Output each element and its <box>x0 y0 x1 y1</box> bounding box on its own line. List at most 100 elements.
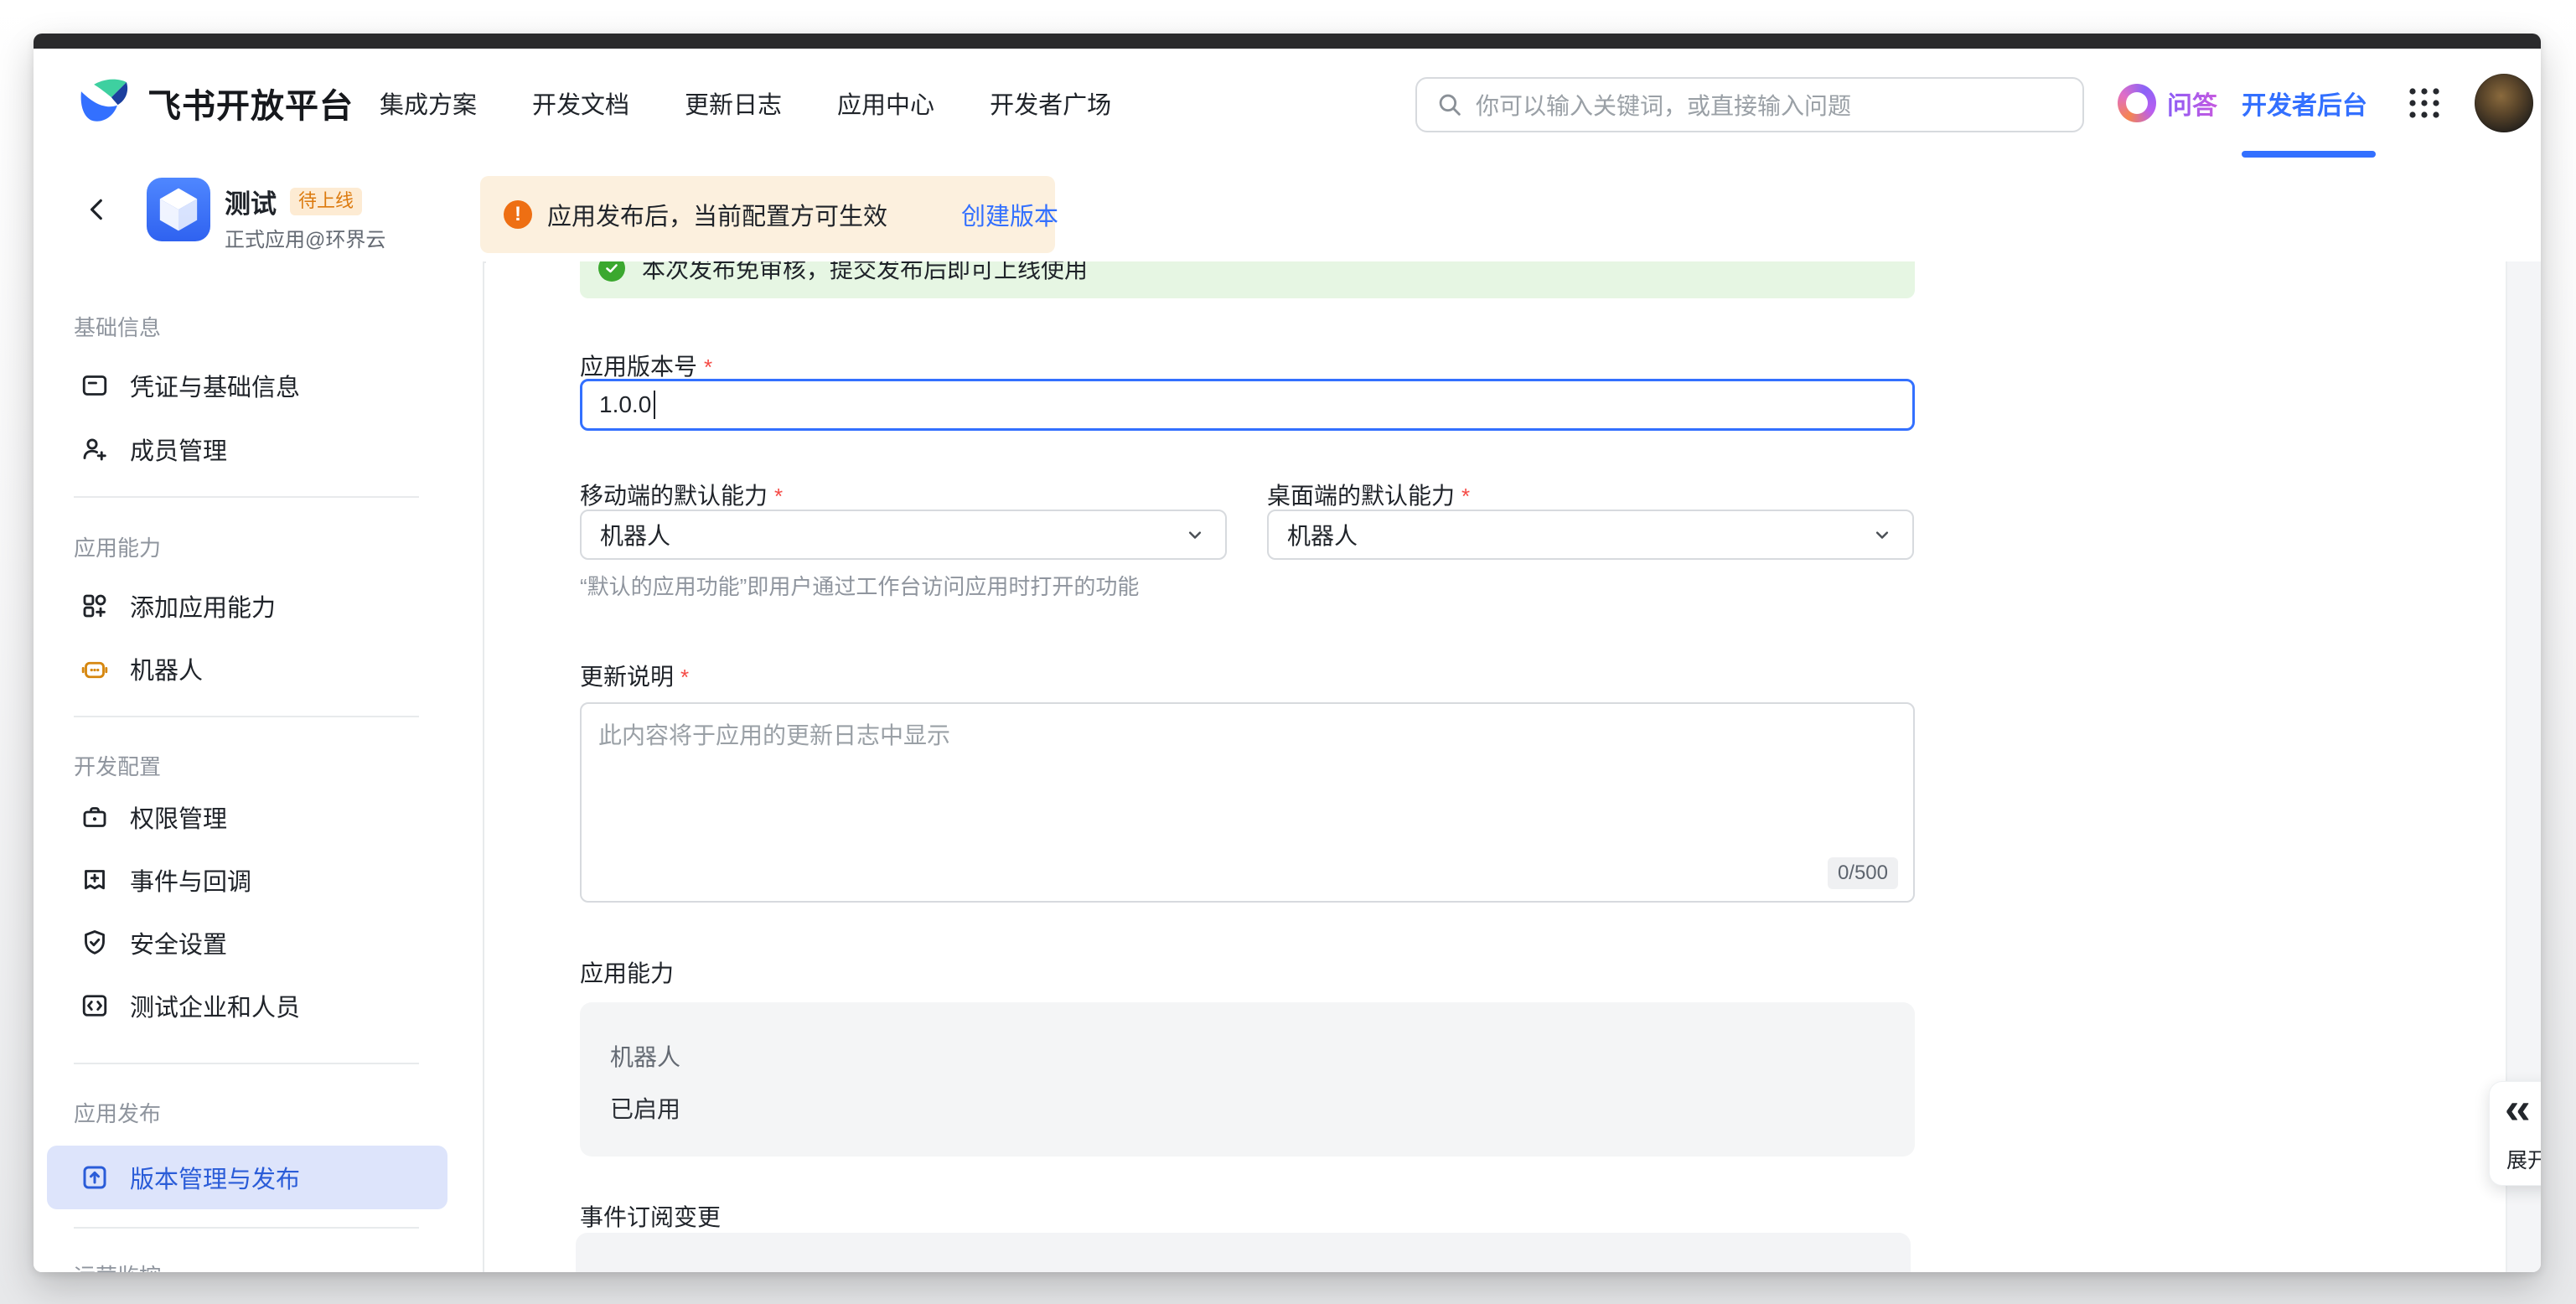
sidebar-item-credentials[interactable]: 凭证与基础信息 <box>80 360 300 411</box>
nav-item-docs[interactable]: 开发文档 <box>532 85 629 121</box>
chevron-down-icon <box>1183 523 1207 546</box>
sidebar-item-version-release-selected[interactable]: 版本管理与发布 <box>47 1146 447 1209</box>
mobile-capability-value: 机器人 <box>600 518 1183 551</box>
version-field-label: 应用版本号 * <box>580 349 712 382</box>
brand-title: 飞书开放平台 <box>147 49 354 158</box>
required-asterisk: * <box>680 665 689 690</box>
search-placeholder: 你可以输入关键词，或直接输入问题 <box>1476 88 1851 122</box>
sidebar-section-release: 应用发布 <box>74 1097 161 1128</box>
text-cursor <box>654 391 655 419</box>
sidebar-item-members[interactable]: 成员管理 <box>80 424 227 474</box>
capability-section-title: 应用能力 <box>580 955 674 989</box>
sidebar-item-label: 机器人 <box>130 651 203 686</box>
sidebar-item-label: 安全设置 <box>130 925 227 960</box>
sidebar: 基础信息 凭证与基础信息 成员管理 应用能力 <box>34 261 484 1272</box>
sidebar-item-security[interactable]: 安全设置 <box>80 918 227 968</box>
double-chevron-left-icon: ‹‹ <box>2505 1084 2527 1134</box>
sidebar-item-events[interactable]: 事件与回调 <box>80 855 251 905</box>
active-tab-underline <box>2242 151 2376 158</box>
version-input[interactable]: 1.0.0 <box>580 379 1915 431</box>
version-input-value: 1.0.0 <box>599 391 651 418</box>
window-top-bar <box>34 34 2541 49</box>
desktop-capability-label-text: 桌面端的默认能力 <box>1267 483 1455 509</box>
sidebar-divider <box>74 1063 419 1064</box>
briefcase-icon <box>80 802 110 832</box>
sidebar-item-label: 测试企业和人员 <box>130 988 300 1023</box>
qa-link[interactable]: 问答 <box>2167 49 2217 158</box>
user-avatar[interactable] <box>2475 74 2533 132</box>
developer-console-link[interactable]: 开发者后台 <box>2242 49 2367 158</box>
shield-check-icon <box>80 928 110 958</box>
app-title-row: 测试 待上线 <box>225 183 362 220</box>
robot-icon <box>80 654 110 684</box>
sidebar-item-label: 成员管理 <box>130 432 227 467</box>
feishu-logo-icon <box>75 73 136 133</box>
search-icon <box>1435 91 1464 119</box>
qa-gradient-icon[interactable] <box>2118 84 2156 122</box>
event-callback-icon <box>80 865 110 895</box>
app-subtitle: 正式应用@环界云 <box>225 223 385 252</box>
back-icon[interactable] <box>84 196 111 223</box>
event-subscription-title: 事件订阅变更 <box>580 1199 721 1233</box>
browser-window: 飞书开放平台 集成方案 开发文档 更新日志 应用中心 开发者广场 你可以输入关键… <box>34 34 2541 1272</box>
warning-text: 应用发布后，当前配置方可生效 <box>547 197 887 232</box>
desktop-capability-value: 机器人 <box>1287 518 1870 551</box>
version-label-text: 应用版本号 <box>580 354 697 380</box>
add-capability-icon <box>80 591 110 621</box>
capability-card: 机器人 已启用 <box>580 1002 1915 1157</box>
member-add-icon <box>80 434 110 464</box>
nav-menu: 集成方案 开发文档 更新日志 应用中心 开发者广场 <box>380 49 1111 158</box>
sidebar-item-bot[interactable]: 机器人 <box>80 644 203 694</box>
required-asterisk: * <box>774 484 783 509</box>
success-check-icon <box>598 261 625 282</box>
app-header: 测试 待上线 正式应用@环界云 ! 应用发布后，当前配置方可生效 创建版本 <box>34 158 2541 263</box>
publish-icon <box>80 1162 110 1193</box>
update-notes-label: 更新说明* <box>580 659 689 692</box>
sidebar-item-permissions[interactable]: 权限管理 <box>80 792 227 842</box>
sidebar-item-label: 版本管理与发布 <box>130 1160 300 1195</box>
sidebar-item-add-capability[interactable]: 添加应用能力 <box>80 581 276 631</box>
event-subscription-card <box>576 1233 1911 1272</box>
mobile-capability-select[interactable]: 机器人 <box>580 510 1227 560</box>
sidebar-divider <box>74 1227 419 1229</box>
sidebar-section-dev-config: 开发配置 <box>74 750 161 781</box>
char-counter: 0/500 <box>1828 857 1898 889</box>
sidebar-section-capabilities: 应用能力 <box>74 531 161 562</box>
search-input[interactable]: 你可以输入关键词，或直接输入问题 <box>1415 77 2084 132</box>
mobile-capability-label-text: 移动端的默认能力 <box>580 483 768 509</box>
chevron-down-icon <box>1870 523 1894 546</box>
status-badge: 待上线 <box>290 188 362 215</box>
nav-item-dev-plaza[interactable]: 开发者广场 <box>990 85 1111 121</box>
mobile-capability-label: 移动端的默认能力* <box>580 478 783 511</box>
capability-status: 已启用 <box>610 1091 680 1125</box>
publish-warning-banner: ! 应用发布后，当前配置方可生效 创建版本 <box>480 176 1055 253</box>
code-box-icon <box>80 991 110 1021</box>
sidebar-divider <box>74 716 419 717</box>
expand-label: 展开 <box>2506 1144 2541 1174</box>
sidebar-item-label: 权限管理 <box>130 799 227 835</box>
main-content: 本次发布免审核，提交发布后即可上线使用 应用版本号 * 1.0.0 移动端的默认能… <box>486 261 2506 1272</box>
top-navbar: 飞书开放平台 集成方案 开发文档 更新日志 应用中心 开发者广场 你可以输入关键… <box>34 49 2541 159</box>
capability-hint: “默认的应用功能”即用户通过工作台访问应用时打开的功能 <box>580 570 1139 601</box>
cube-icon <box>147 178 210 241</box>
nav-item-changelog[interactable]: 更新日志 <box>685 85 782 121</box>
app-name: 测试 <box>225 183 277 220</box>
id-card-icon <box>80 370 110 401</box>
warning-icon: ! <box>504 200 532 229</box>
sidebar-divider <box>74 496 419 498</box>
sidebar-section-monitoring: 运营监控 <box>74 1260 161 1272</box>
required-asterisk: * <box>704 354 712 380</box>
success-banner: 本次发布免审核，提交发布后即可上线使用 <box>580 261 1915 298</box>
desktop-capability-select[interactable]: 机器人 <box>1267 510 1914 560</box>
create-version-link[interactable]: 创建版本 <box>961 197 1058 232</box>
apps-grid-icon[interactable] <box>2407 85 2442 121</box>
update-notes-textarea[interactable]: 此内容将于应用的更新日志中显示 0/500 <box>580 702 1915 903</box>
expand-panel-button[interactable]: ‹‹ 展开 <box>2489 1081 2541 1186</box>
capability-name: 机器人 <box>610 1039 680 1073</box>
sidebar-item-label: 添加应用能力 <box>130 588 276 624</box>
nav-item-integration[interactable]: 集成方案 <box>380 85 477 121</box>
sidebar-item-test-org[interactable]: 测试企业和人员 <box>80 981 300 1031</box>
nav-item-app-center[interactable]: 应用中心 <box>837 85 934 121</box>
desktop-capability-label: 桌面端的默认能力* <box>1267 478 1470 511</box>
app-icon <box>147 178 210 241</box>
